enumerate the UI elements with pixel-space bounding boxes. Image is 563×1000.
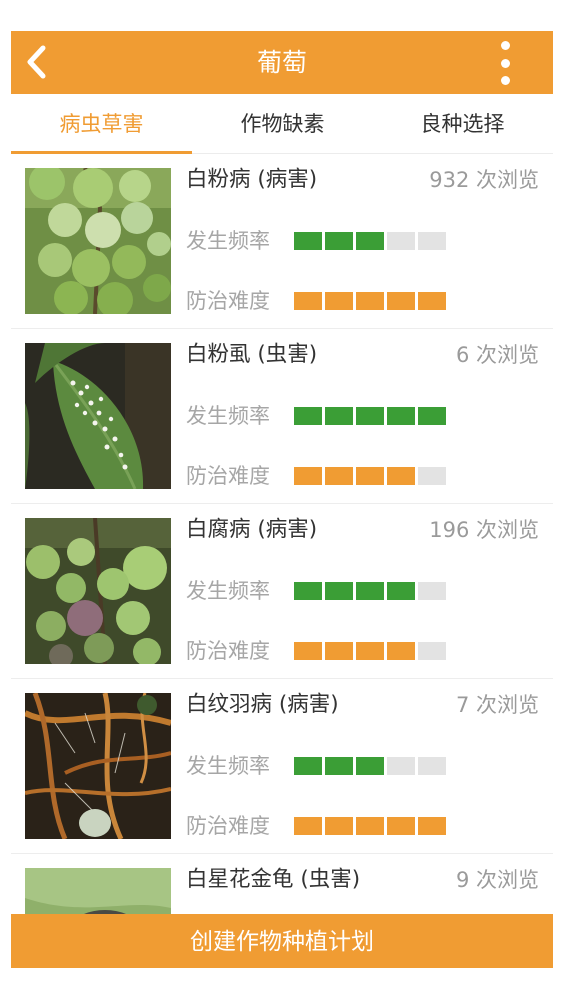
rating-segment [387, 232, 415, 250]
difficulty-label: 防治难度 [186, 814, 270, 838]
more-vertical-icon [500, 41, 510, 50]
rating-segment [387, 757, 415, 775]
screen: 葡萄 病虫草害 作物缺素 良种选择 白粉病 (病害) 932 次浏览 发生频率 … [0, 0, 563, 1000]
list-item[interactable]: 白腐病 (病害) 196 次浏览 发生频率 防治难度 [11, 504, 553, 679]
rating-segment [387, 817, 415, 835]
frequency-rating [294, 757, 448, 775]
rating-segment [418, 757, 446, 775]
rating-segment [418, 407, 446, 425]
rating-segment [387, 292, 415, 310]
rating-segment [356, 292, 384, 310]
rating-segment [325, 817, 353, 835]
rating-segment [356, 642, 384, 660]
rating-segment [325, 467, 353, 485]
frequency-label: 发生频率 [186, 754, 270, 778]
top-app-bar: 葡萄 [11, 31, 553, 94]
item-name: 白粉病 (病害) [186, 167, 318, 192]
rating-segment [418, 582, 446, 600]
app-window: 葡萄 病虫草害 作物缺素 良种选择 白粉病 (病害) 932 次浏览 发生频率 … [11, 31, 553, 968]
view-count: 9 次浏览 [455, 868, 539, 892]
back-button[interactable] [13, 37, 59, 87]
frequency-rating [294, 582, 448, 600]
difficulty-label: 防治难度 [186, 289, 270, 313]
difficulty-rating [294, 817, 448, 835]
rating-segment [418, 467, 446, 485]
rating-segment [294, 642, 322, 660]
rating-segment [294, 817, 322, 835]
rating-segment [325, 757, 353, 775]
rating-segment [356, 817, 384, 835]
more-vertical-icon-dot [500, 58, 510, 68]
rating-segment [356, 582, 384, 600]
grape-white-rot-photo [25, 518, 171, 664]
rating-segment [294, 407, 322, 425]
tab-nutrient-deficiency[interactable]: 作物缺素 [192, 94, 373, 153]
rating-segment [387, 467, 415, 485]
root-rot-photo [25, 693, 171, 839]
rating-segment [356, 407, 384, 425]
create-planting-plan-button[interactable]: 创建作物种植计划 [11, 914, 553, 968]
rating-segment [356, 757, 384, 775]
beetle-photo [25, 868, 171, 914]
tab-pests-diseases[interactable]: 病虫草害 [11, 94, 192, 153]
chevron-left-icon [27, 45, 46, 79]
item-name: 白星花金龟 (虫害) [186, 867, 361, 892]
rating-segment [387, 407, 415, 425]
difficulty-label: 防治难度 [186, 639, 270, 663]
difficulty-rating [294, 467, 448, 485]
grape-powdery-mildew-photo [25, 168, 171, 314]
item-name: 白腐病 (病害) [186, 517, 318, 542]
list-item[interactable]: 白粉虱 (虫害) 6 次浏览 发生频率 防治难度 [11, 329, 553, 504]
rating-segment [356, 232, 384, 250]
view-count: 932 次浏览 [429, 168, 539, 192]
frequency-rating [294, 407, 448, 425]
frequency-label: 发生频率 [186, 404, 270, 428]
frequency-rating [294, 232, 448, 250]
rating-segment [294, 292, 322, 310]
disease-list[interactable]: 白粉病 (病害) 932 次浏览 发生频率 防治难度 白粉虱 (虫害) 6 次浏… [11, 154, 553, 914]
category-tabs: 病虫草害 作物缺素 良种选择 [11, 94, 553, 154]
whitefly-leaf-photo [25, 343, 171, 489]
view-count: 6 次浏览 [455, 343, 539, 367]
rating-segment [325, 407, 353, 425]
frequency-label: 发生频率 [186, 229, 270, 253]
view-count: 7 次浏览 [455, 693, 539, 717]
rating-segment [294, 582, 322, 600]
rating-segment [294, 232, 322, 250]
difficulty-rating [294, 292, 448, 310]
rating-segment [418, 292, 446, 310]
tab-variety-selection[interactable]: 良种选择 [372, 94, 553, 153]
difficulty-rating [294, 642, 448, 660]
rating-segment [325, 582, 353, 600]
more-vertical-icon-dot [500, 76, 510, 85]
rating-segment [325, 292, 353, 310]
page-title: 葡萄 [256, 48, 307, 77]
rating-segment [418, 817, 446, 835]
difficulty-label: 防治难度 [186, 464, 270, 488]
rating-segment [325, 642, 353, 660]
list-item[interactable]: 白星花金龟 (虫害) 9 次浏览 [11, 854, 553, 914]
view-count: 196 次浏览 [429, 518, 539, 542]
rating-segment [418, 232, 446, 250]
rating-segment [294, 757, 322, 775]
list-item[interactable]: 白纹羽病 (病害) 7 次浏览 发生频率 防治难度 [11, 679, 553, 854]
item-name: 白粉虱 (虫害) [186, 342, 318, 367]
rating-segment [294, 467, 322, 485]
rating-segment [387, 582, 415, 600]
frequency-label: 发生频率 [186, 579, 270, 603]
item-name: 白纹羽病 (病害) [186, 692, 339, 717]
rating-segment [356, 467, 384, 485]
rating-segment [325, 232, 353, 250]
rating-segment [418, 642, 446, 660]
more-menu-button[interactable] [497, 41, 513, 85]
list-item[interactable]: 白粉病 (病害) 932 次浏览 发生频率 防治难度 [11, 154, 553, 329]
rating-segment [387, 642, 415, 660]
